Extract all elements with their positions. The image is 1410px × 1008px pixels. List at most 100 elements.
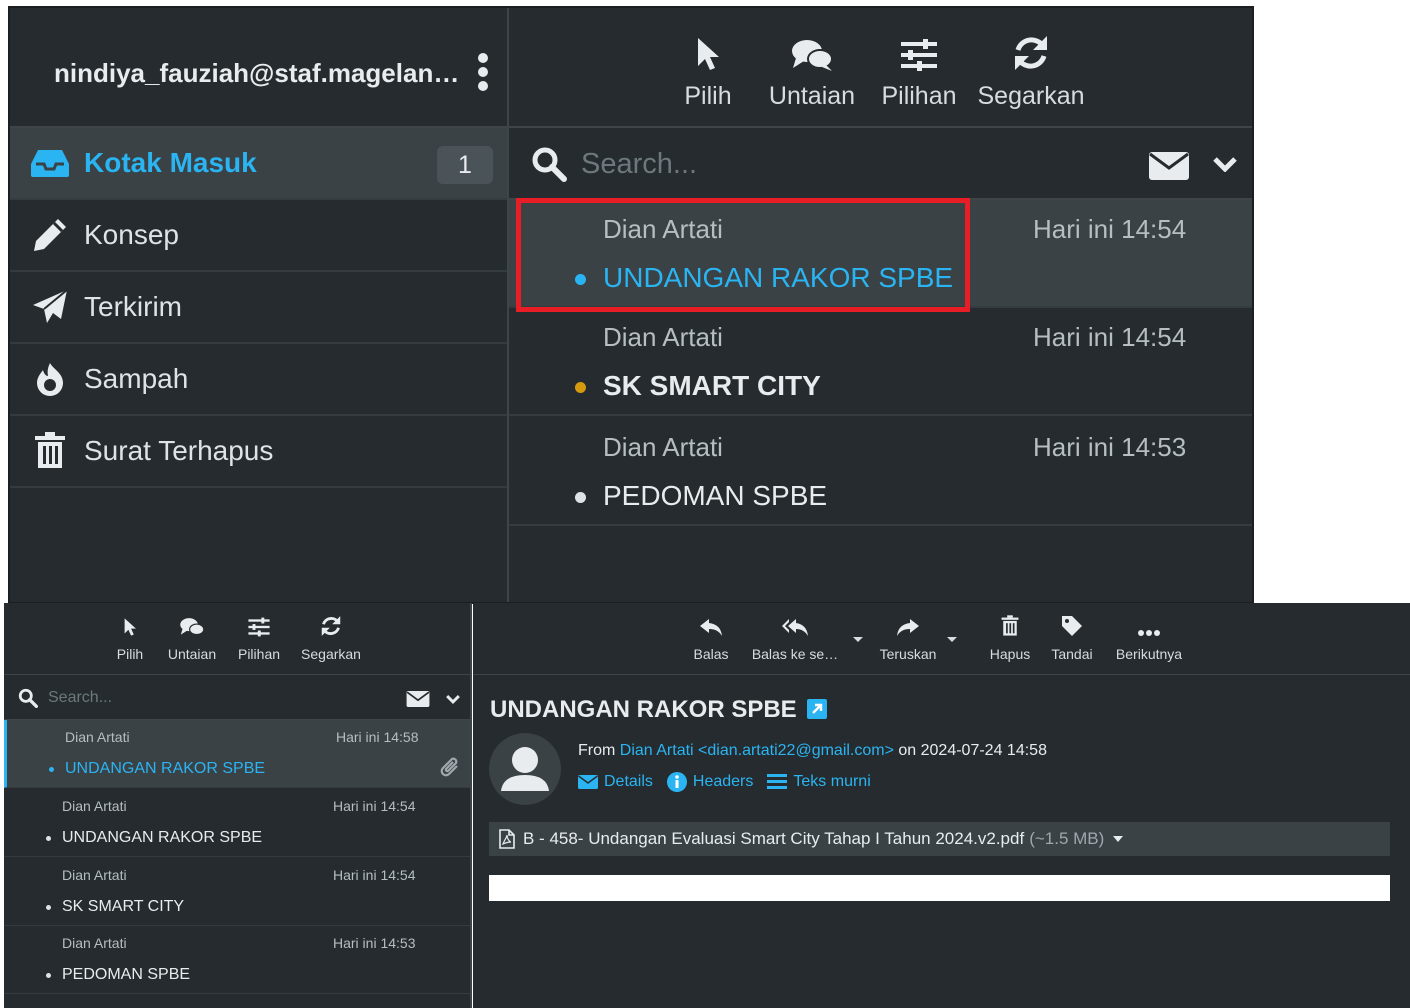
select-button[interactable]: Pilih — [670, 32, 746, 111]
folder-list: Kotak Masuk 1 Konsep Terkirim Sampah Sur… — [10, 128, 507, 488]
message-row[interactable]: Dian Artati Hari ini 14:54 SK SMART CITY — [4, 858, 470, 926]
forward-button[interactable]: Teruskan — [871, 615, 945, 662]
threads-button[interactable]: Untaian — [162, 615, 222, 662]
sliders-icon — [874, 32, 964, 72]
message-reader-panel: Balas Balas ke se… Teruskan Hapus Tandai… — [473, 603, 1410, 1008]
folder-inbox[interactable]: Kotak Masuk 1 — [10, 128, 507, 200]
more-button[interactable]: Berikutnya — [1109, 615, 1189, 662]
select-label: Pilih — [116, 646, 144, 662]
message-body-frame — [489, 875, 1390, 901]
folder-sent[interactable]: Terkirim — [10, 272, 507, 344]
message-time: Hari ini 14:54 — [1033, 214, 1187, 244]
headers-link[interactable]: Headers — [666, 772, 754, 792]
status-dot — [46, 905, 51, 910]
reply-dropdown-icon[interactable] — [853, 637, 863, 642]
message-subject-title: UNDANGAN RAKOR SPBE — [490, 696, 828, 724]
fire-icon — [30, 359, 70, 399]
caret-down-icon[interactable] — [1113, 836, 1124, 842]
message-time: Hari ini 14:54 — [1033, 322, 1187, 352]
list-toolbar: Pilih Untaian Pilihan Segarkan — [4, 603, 470, 675]
sliders-icon — [232, 615, 286, 637]
message-list-panel: Pilih Untaian Pilihan Segarkan Search...… — [4, 603, 472, 1008]
unread-dot — [49, 767, 54, 772]
status-dot — [46, 836, 51, 841]
options-label: Pilihan — [881, 82, 957, 110]
reply-all-label: Balas ke se… — [751, 646, 839, 662]
search-icon — [531, 146, 567, 182]
attachment-bar[interactable]: B - 458- Undangan Evaluasi Smart City Ta… — [489, 822, 1390, 856]
envelope-icon[interactable] — [406, 691, 430, 707]
mark-label: Tandai — [1051, 646, 1093, 662]
message-sender: Dian Artati — [65, 729, 130, 745]
message-row[interactable]: Dian Artati Hari ini 14:54 UNDANGAN RAKO… — [4, 789, 470, 857]
search-bar[interactable]: Search... — [509, 128, 1252, 200]
open-external-icon[interactable] — [807, 699, 828, 719]
forward-label: Teruskan — [879, 646, 937, 662]
trash-icon — [983, 615, 1037, 637]
envelope-icon — [578, 775, 598, 789]
chevron-down-icon[interactable] — [1213, 156, 1237, 172]
message-time: Hari ini 14:54 — [333, 798, 416, 814]
chat-bubbles-icon — [162, 615, 222, 637]
message-row[interactable]: Dian Artati Hari ini 14:54 SK SMART CITY — [509, 308, 1252, 416]
delete-label: Hapus — [989, 646, 1031, 662]
message-row[interactable]: Dian Artati Hari ini 14:58 UNDANGAN RAKO… — [4, 720, 470, 788]
more-icon — [1109, 615, 1189, 637]
account-email: nindiya_fauziah@staf.magelan… — [54, 58, 460, 88]
details-link[interactable]: Details — [578, 773, 653, 791]
envelope-icon[interactable] — [1149, 152, 1189, 180]
more-label: Berikutnya — [1115, 646, 1183, 662]
folder-label: Kotak Masuk — [84, 147, 257, 178]
message-subject: PEDOMAN SPBE — [62, 966, 191, 983]
message-subject: UNDANGAN RAKOR SPBE — [65, 760, 266, 777]
pencil-icon — [30, 215, 70, 255]
message-row[interactable]: Dian Artati Hari ini 14:53 PEDOMAN SPBE — [509, 418, 1252, 526]
message-row[interactable]: Dian Artati Hari ini 14:53 PEDOMAN SPBE — [4, 926, 470, 994]
flag-dot — [575, 382, 586, 393]
attachment-size: (~1.5 MB) — [1029, 829, 1105, 848]
forward-dropdown-icon[interactable] — [947, 637, 957, 642]
pdf-file-icon — [499, 829, 515, 849]
select-label: Pilih — [684, 82, 732, 110]
folder-junk[interactable]: Sampah — [10, 344, 507, 416]
unread-badge: 1 — [437, 146, 493, 184]
threads-button[interactable]: Untaian — [762, 32, 862, 111]
message-subject: SK SMART CITY — [62, 898, 185, 915]
search-placeholder: Search... — [581, 148, 698, 180]
folder-trash[interactable]: Surat Terhapus — [10, 416, 507, 488]
message-sender: Dian Artati — [62, 935, 127, 951]
paper-plane-icon — [30, 287, 70, 327]
message-date: on 2024-07-24 14:58 — [898, 742, 1047, 759]
select-button[interactable]: Pilih — [108, 615, 152, 662]
header-links: Details Headers Teks murni — [578, 772, 885, 792]
headers-label: Headers — [692, 773, 754, 790]
chat-bubbles-icon — [762, 32, 862, 72]
refresh-button[interactable]: Segarkan — [976, 32, 1086, 111]
sender-link[interactable]: Dian Artati <dian.artati22@gmail.com> — [620, 742, 894, 759]
reply-button[interactable]: Balas — [689, 615, 733, 662]
plain-text-link[interactable]: Teks murni — [767, 773, 871, 791]
folder-drafts[interactable]: Konsep — [10, 200, 507, 272]
account-menu-icon[interactable] — [476, 52, 490, 92]
reply-all-icon — [745, 615, 845, 637]
mark-button[interactable]: Tandai — [1045, 615, 1099, 662]
refresh-button[interactable]: Segarkan — [296, 615, 366, 662]
folder-label: Surat Terhapus — [84, 435, 274, 466]
chevron-down-icon[interactable] — [446, 694, 460, 704]
options-button[interactable]: Pilihan — [232, 615, 286, 662]
sender-avatar — [489, 733, 561, 805]
info-icon — [666, 772, 687, 792]
folder-label: Sampah — [84, 363, 189, 394]
highlight-box — [516, 198, 970, 312]
message-time: Hari ini 14:53 — [333, 935, 416, 951]
lines-icon — [767, 774, 788, 789]
forward-icon — [871, 615, 945, 637]
refresh-label: Segarkan — [977, 82, 1085, 110]
reply-all-button[interactable]: Balas ke se… — [745, 615, 845, 662]
from-line: From Dian Artati <dian.artati22@gmail.co… — [578, 742, 1047, 760]
options-button[interactable]: Pilihan — [874, 32, 964, 111]
zoomed-mail-panel: nindiya_fauziah@staf.magelan… Pilih Unta… — [8, 6, 1254, 604]
search-icon — [18, 688, 38, 708]
delete-button[interactable]: Hapus — [983, 615, 1037, 662]
search-bar[interactable]: Search... — [4, 676, 470, 720]
